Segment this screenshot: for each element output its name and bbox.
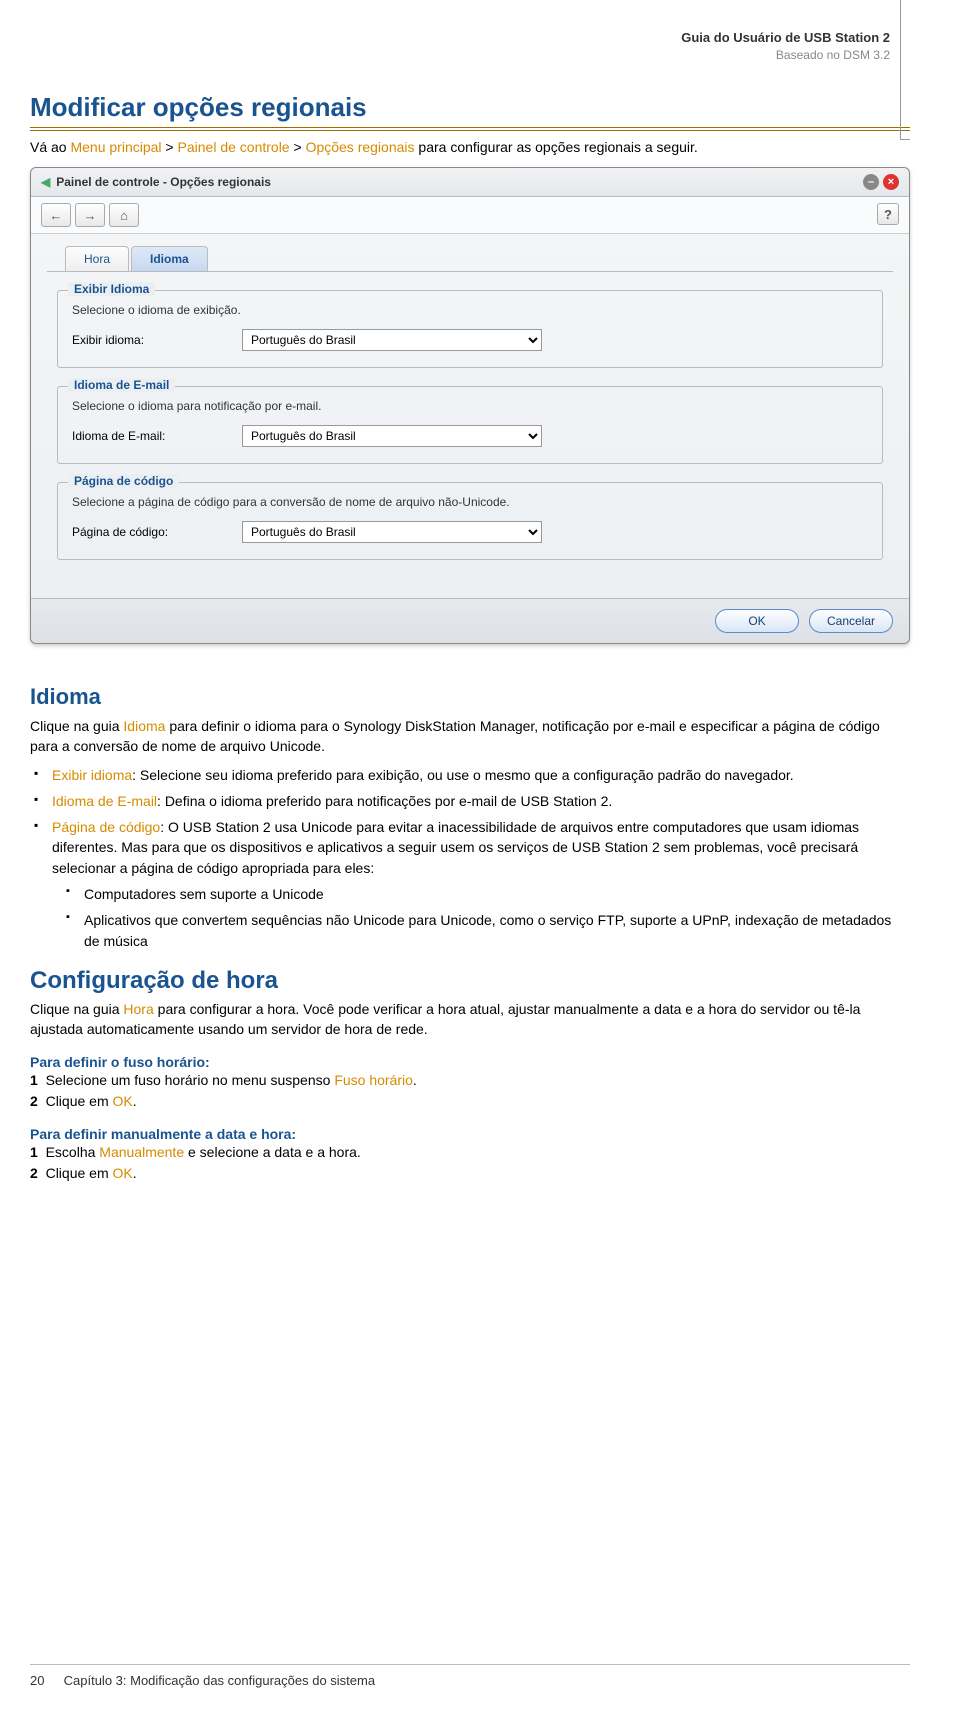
heading-config-hora: Configuração de hora xyxy=(30,967,910,995)
text: Selecione um fuso horário no menu suspen… xyxy=(46,1072,335,1088)
text: Clique na guia xyxy=(30,718,123,734)
kw-painel-controle: Painel de controle xyxy=(178,139,290,155)
page-footer: 20 Capítulo 3: Modificação das configura… xyxy=(30,1664,910,1688)
step-number: 2 xyxy=(30,1165,38,1181)
kw-idioma: Idioma xyxy=(123,718,165,734)
kw-hora: Hora xyxy=(123,1001,153,1017)
tab-idioma[interactable]: Idioma xyxy=(131,246,208,271)
nav-home-button[interactable]: ⌂ xyxy=(109,203,139,227)
desc-idioma-email: Selecione o idioma para notificação por … xyxy=(72,399,868,413)
config-hora-paragraph: Clique na guia Hora para configurar a ho… xyxy=(30,999,910,1040)
sub-bullet-list: Computadores sem suporte a Unicode Aplic… xyxy=(52,884,910,951)
select-pagina-codigo[interactable]: Português do Brasil xyxy=(242,521,542,543)
cancel-button[interactable]: Cancelar xyxy=(809,609,893,633)
heading-idioma: Idioma xyxy=(30,684,910,710)
step-number: 1 xyxy=(30,1144,38,1160)
kw-exibir-idioma: Exibir idioma xyxy=(52,767,132,783)
window-title: Painel de controle - Opções regionais xyxy=(56,175,271,189)
fieldset-pagina-codigo: Página de código Selecione a página de c… xyxy=(57,482,883,560)
minimize-icon[interactable]: – xyxy=(863,174,879,190)
step-head-manual: Para definir manualmente a data e hora: xyxy=(30,1126,910,1142)
section-title: Modificar opções regionais xyxy=(30,92,910,131)
text: Clique na guia xyxy=(30,1001,123,1017)
step-number: 2 xyxy=(30,1093,38,1109)
select-idioma-email[interactable]: Português do Brasil xyxy=(242,425,542,447)
kw-manualmente: Manualmente xyxy=(99,1144,184,1160)
kw-menu-principal: Menu principal xyxy=(70,139,161,155)
text: : O USB Station 2 usa Unicode para evita… xyxy=(52,819,859,876)
kw-fuso-horario: Fuso horário xyxy=(334,1072,413,1088)
step-fuso-2: 2 Clique em OK. xyxy=(30,1091,910,1112)
screenshot-window: ◀ Painel de controle - Opções regionais … xyxy=(30,167,910,644)
help-button[interactable]: ? xyxy=(877,203,899,225)
label-exibir-idioma: Exibir idioma: xyxy=(72,333,232,347)
text: Clique em xyxy=(46,1093,113,1109)
bullet-exibir-idioma: Exibir idioma: Selecione seu idioma pref… xyxy=(34,765,910,785)
tab-hora[interactable]: Hora xyxy=(65,246,129,271)
legend-pagina-codigo: Página de código xyxy=(68,474,179,488)
doc-title: Guia do Usuário de USB Station 2 xyxy=(30,30,890,45)
bullet-pagina-codigo: Página de código: O USB Station 2 usa Un… xyxy=(34,817,910,951)
intro-text: Vá ao Menu principal > Painel de control… xyxy=(30,139,910,155)
window-toolbar: ← → ⌂ ? xyxy=(31,197,909,234)
kw-idioma-email: Idioma de E-mail xyxy=(52,793,157,809)
page-number: 20 xyxy=(30,1673,60,1688)
close-icon[interactable]: × xyxy=(883,174,899,190)
kw-pagina-codigo: Página de código xyxy=(52,819,160,835)
tabs-row: Hora Idioma xyxy=(47,234,893,272)
ok-button[interactable]: OK xyxy=(715,609,799,633)
legend-exibir-idioma: Exibir Idioma xyxy=(68,282,155,296)
text: . xyxy=(133,1165,137,1181)
text: . xyxy=(413,1072,417,1088)
text: e selecione a data e a hora. xyxy=(184,1144,361,1160)
sub-bullet-apps: Aplicativos que convertem sequências não… xyxy=(66,910,910,951)
text: : Defina o idioma preferido para notific… xyxy=(157,793,612,809)
text: > xyxy=(162,139,178,155)
bullet-idioma-email: Idioma de E-mail: Defina o idioma prefer… xyxy=(34,791,910,811)
text: > xyxy=(290,139,306,155)
nav-forward-button[interactable]: → xyxy=(75,203,105,227)
step-head-fuso: Para definir o fuso horário: xyxy=(30,1054,910,1070)
select-exibir-idioma[interactable]: Português do Brasil xyxy=(242,329,542,351)
doc-subtitle: Baseado no DSM 3.2 xyxy=(30,48,890,62)
bullet-list: Exibir idioma: Selecione seu idioma pref… xyxy=(30,765,910,951)
nav-back-button[interactable]: ← xyxy=(41,203,71,227)
text: . xyxy=(133,1093,137,1109)
text: : Selecione seu idioma preferido para ex… xyxy=(132,767,794,783)
label-pagina-codigo: Página de código: xyxy=(72,525,232,539)
text: para configurar a hora. Você pode verifi… xyxy=(30,1001,860,1037)
step-manual-2: 2 Clique em OK. xyxy=(30,1163,910,1184)
window-footer: OK Cancelar xyxy=(31,598,909,643)
doc-header: Guia do Usuário de USB Station 2 Baseado… xyxy=(30,30,910,62)
step-fuso-1: 1 Selecione um fuso horário no menu susp… xyxy=(30,1070,910,1091)
text: para configurar as opções regionais a se… xyxy=(415,139,698,155)
sub-bullet-unicode: Computadores sem suporte a Unicode xyxy=(66,884,910,904)
kw-ok-2: OK xyxy=(113,1165,133,1181)
chapter-label: Capítulo 3: Modificação das configuraçõe… xyxy=(64,1673,375,1688)
idioma-paragraph: Clique na guia Idioma para definir o idi… xyxy=(30,716,910,757)
window-titlebar: ◀ Painel de controle - Opções regionais … xyxy=(31,168,909,197)
fieldset-exibir-idioma: Exibir Idioma Selecione o idioma de exib… xyxy=(57,290,883,368)
back-chevron-icon: ◀ xyxy=(41,175,50,189)
corner-decoration xyxy=(900,0,910,140)
desc-exibir-idioma: Selecione o idioma de exibição. xyxy=(72,303,868,317)
step-number: 1 xyxy=(30,1072,38,1088)
legend-idioma-email: Idioma de E-mail xyxy=(68,378,175,392)
kw-opcoes-regionais: Opções regionais xyxy=(306,139,415,155)
text: Clique em xyxy=(46,1165,113,1181)
fieldset-idioma-email: Idioma de E-mail Selecione o idioma para… xyxy=(57,386,883,464)
kw-ok-1: OK xyxy=(113,1093,133,1109)
step-manual-1: 1 Escolha Manualmente e selecione a data… xyxy=(30,1142,910,1163)
label-idioma-email: Idioma de E-mail: xyxy=(72,429,232,443)
desc-pagina-codigo: Selecione a página de código para a conv… xyxy=(72,495,868,509)
text: Vá ao xyxy=(30,139,70,155)
text: Escolha xyxy=(46,1144,100,1160)
